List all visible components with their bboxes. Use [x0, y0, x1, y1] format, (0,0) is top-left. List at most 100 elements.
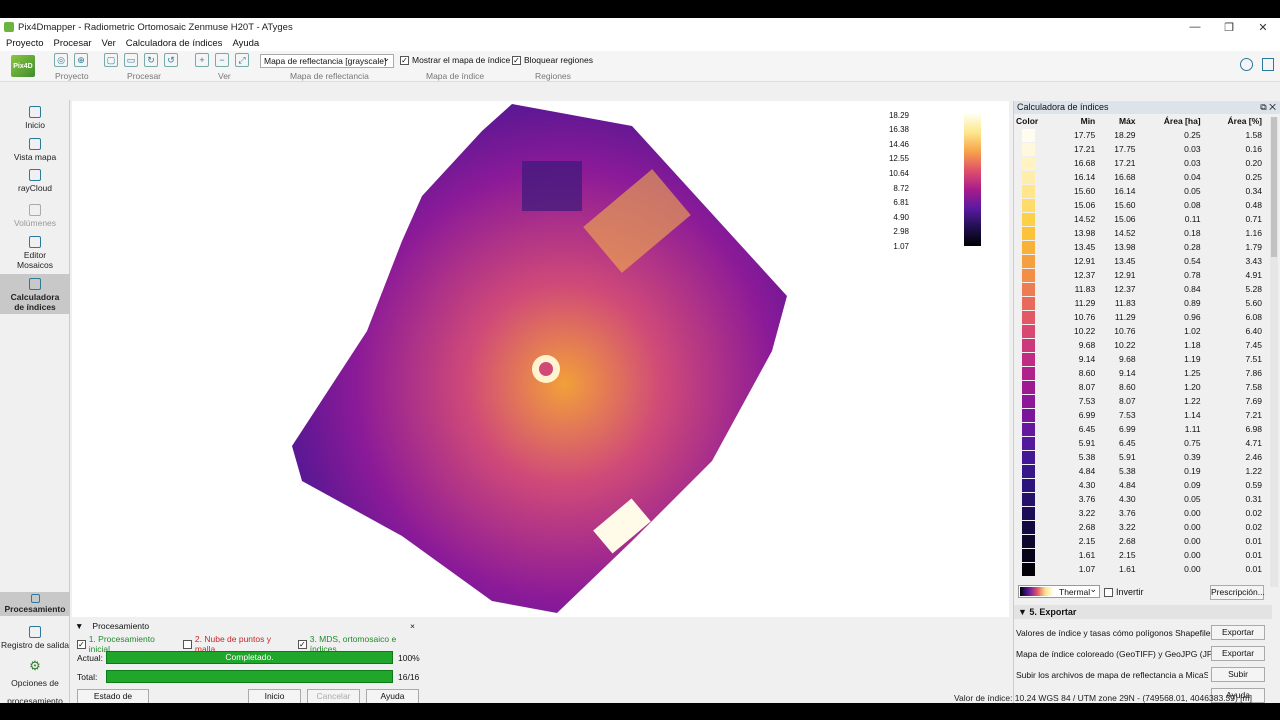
export-section-header[interactable]: ▼ 5. Exportar: [1014, 605, 1272, 619]
class-color-cell[interactable]: [1014, 142, 1059, 156]
reflectance-map-select[interactable]: Mapa de reflectancia [grayscale]: [260, 52, 394, 68]
output-status-button[interactable]: Estado de Salida...: [77, 689, 149, 714]
show-index-map-checkbox[interactable]: ✓: [400, 55, 409, 65]
open-icon[interactable]: ▭: [124, 53, 138, 67]
class-row[interactable]: 12.91 13.45 0.54 3.43: [1014, 254, 1266, 268]
map-view[interactable]: 18.29 16.38 14.46 12.55 10.64 8.72 6.81 …: [72, 101, 1009, 617]
class-color-cell[interactable]: [1014, 422, 1059, 436]
thermal-orthomosaic[interactable]: [72, 101, 1009, 617]
zoom-out-icon[interactable]: −: [215, 53, 229, 67]
class-color-cell[interactable]: [1014, 198, 1059, 212]
class-row[interactable]: 15.06 15.60 0.08 0.48: [1014, 198, 1266, 212]
class-color-cell[interactable]: [1014, 282, 1059, 296]
sidebar-item-volumenes[interactable]: Volúmenes: [0, 204, 70, 228]
prescription-button[interactable]: Prescripción...: [1210, 585, 1265, 600]
class-row[interactable]: 13.45 13.98 0.28 1.79: [1014, 240, 1266, 254]
maximize-button[interactable]: ❐: [1212, 21, 1246, 34]
class-color-cell[interactable]: [1014, 184, 1059, 198]
class-row[interactable]: 16.14 16.68 0.04 0.25: [1014, 170, 1266, 184]
sidebar-item-calculadora[interactable]: Calculadora de índices: [0, 274, 70, 314]
zoom-in-icon[interactable]: +: [195, 53, 209, 67]
class-color-cell[interactable]: [1014, 156, 1059, 170]
class-color-cell[interactable]: [1014, 366, 1059, 380]
class-row[interactable]: 4.30 4.84 0.09 0.59: [1014, 478, 1266, 492]
class-row[interactable]: 15.60 16.14 0.05 0.34: [1014, 184, 1266, 198]
class-row[interactable]: 11.29 11.83 0.89 5.60: [1014, 296, 1266, 310]
class-row[interactable]: 12.37 12.91 0.78 4.91: [1014, 268, 1266, 282]
start-button[interactable]: Inicio: [248, 689, 301, 704]
class-color-cell[interactable]: [1014, 464, 1059, 478]
help-button[interactable]: Ayuda: [366, 689, 419, 704]
class-color-cell[interactable]: [1014, 240, 1059, 254]
class-row[interactable]: 6.99 7.53 1.14 7.21: [1014, 408, 1266, 422]
class-row[interactable]: 3.76 4.30 0.05 0.31: [1014, 492, 1266, 506]
class-row[interactable]: 9.68 10.22 1.18 7.45: [1014, 338, 1266, 352]
minimize-button[interactable]: —: [1178, 21, 1212, 34]
project-icon[interactable]: ◎: [54, 53, 68, 67]
class-color-cell[interactable]: [1014, 310, 1059, 324]
class-color-cell[interactable]: [1014, 268, 1059, 282]
palette-select[interactable]: Thermal ⌄: [1018, 584, 1100, 598]
class-row[interactable]: 8.07 8.60 1.20 7.58: [1014, 380, 1266, 394]
class-row[interactable]: 10.76 11.29 0.96 6.08: [1014, 310, 1266, 324]
user-icon[interactable]: [1240, 58, 1253, 71]
class-color-cell[interactable]: [1014, 296, 1059, 310]
class-color-cell[interactable]: [1014, 338, 1059, 352]
step2-checkbox[interactable]: [183, 639, 192, 649]
class-color-cell[interactable]: [1014, 128, 1059, 142]
class-color-cell[interactable]: [1014, 394, 1059, 408]
class-row[interactable]: 3.22 3.76 0.00 0.02: [1014, 506, 1266, 520]
class-row[interactable]: 6.45 6.99 1.11 6.98: [1014, 422, 1266, 436]
export-shapefile-button[interactable]: Exportar: [1211, 625, 1265, 640]
class-color-cell[interactable]: [1014, 478, 1059, 492]
menu-calculadora[interactable]: Calculadora de índices: [126, 38, 223, 49]
menu-ver[interactable]: Ver: [102, 38, 116, 49]
upload-button[interactable]: Subir: [1211, 667, 1265, 682]
sidebar-item-editor-mosaicos[interactable]: Editor Mosaicos: [0, 236, 70, 270]
class-row[interactable]: 1.07 1.61 0.00 0.01: [1014, 562, 1266, 576]
class-color-cell[interactable]: [1014, 520, 1059, 534]
class-row[interactable]: 14.52 15.06 0.11 0.71: [1014, 212, 1266, 226]
class-color-cell[interactable]: [1014, 492, 1059, 506]
class-color-cell[interactable]: [1014, 324, 1059, 338]
sidebar-item-raycloud[interactable]: rayCloud: [0, 169, 70, 193]
sidebar-item-procesamiento[interactable]: Procesamiento: [0, 592, 70, 616]
class-color-cell[interactable]: [1014, 506, 1059, 520]
close-button[interactable]: ✕: [1246, 21, 1280, 34]
cancel-button[interactable]: Cancelar: [307, 689, 360, 704]
class-color-cell[interactable]: [1014, 562, 1059, 576]
fit-view-icon[interactable]: ⤢: [235, 53, 249, 67]
class-row[interactable]: 4.84 5.38 0.19 1.22: [1014, 464, 1266, 478]
class-color-cell[interactable]: [1014, 534, 1059, 548]
panel-layout-icon[interactable]: [1262, 58, 1274, 71]
class-color-cell[interactable]: [1014, 170, 1059, 184]
class-color-cell[interactable]: [1014, 254, 1059, 268]
sidebar-item-registro[interactable]: Registro de salida: [0, 626, 70, 650]
class-row[interactable]: 1.61 2.15 0.00 0.01: [1014, 548, 1266, 562]
menu-ayuda[interactable]: Ayuda: [232, 38, 259, 49]
class-color-cell[interactable]: [1014, 408, 1059, 422]
class-row[interactable]: 2.68 3.22 0.00 0.02: [1014, 520, 1266, 534]
table-scrollbar[interactable]: [1270, 117, 1278, 587]
class-row[interactable]: 5.91 6.45 0.75 4.71: [1014, 436, 1266, 450]
menu-procesar[interactable]: Procesar: [54, 38, 92, 49]
class-row[interactable]: 2.15 2.68 0.00 0.01: [1014, 534, 1266, 548]
class-row[interactable]: 11.83 12.37 0.84 5.28: [1014, 282, 1266, 296]
target-icon[interactable]: ⊕: [74, 53, 88, 67]
class-row[interactable]: 7.53 8.07 1.22 7.69: [1014, 394, 1266, 408]
class-row[interactable]: 5.38 5.91 0.39 2.46: [1014, 450, 1266, 464]
pix4d-logo[interactable]: Pix4D: [11, 55, 35, 77]
invert-checkbox[interactable]: [1104, 587, 1113, 597]
class-row[interactable]: 17.75 18.29 0.25 1.58: [1014, 128, 1266, 142]
run-icon[interactable]: ↺: [164, 53, 178, 67]
sidebar-item-vista-mapa[interactable]: Vista mapa: [0, 138, 70, 162]
class-color-cell[interactable]: [1014, 548, 1059, 562]
class-row[interactable]: 8.60 9.14 1.25 7.86: [1014, 366, 1266, 380]
class-row[interactable]: 10.22 10.76 1.02 6.40: [1014, 324, 1266, 338]
class-color-cell[interactable]: [1014, 450, 1059, 464]
step3-checkbox[interactable]: ✓: [298, 639, 307, 649]
class-color-cell[interactable]: [1014, 380, 1059, 394]
process-icon[interactable]: ↻: [144, 53, 158, 67]
close-panel-icon[interactable]: ×: [410, 621, 415, 631]
step1-checkbox[interactable]: ✓: [77, 639, 86, 649]
